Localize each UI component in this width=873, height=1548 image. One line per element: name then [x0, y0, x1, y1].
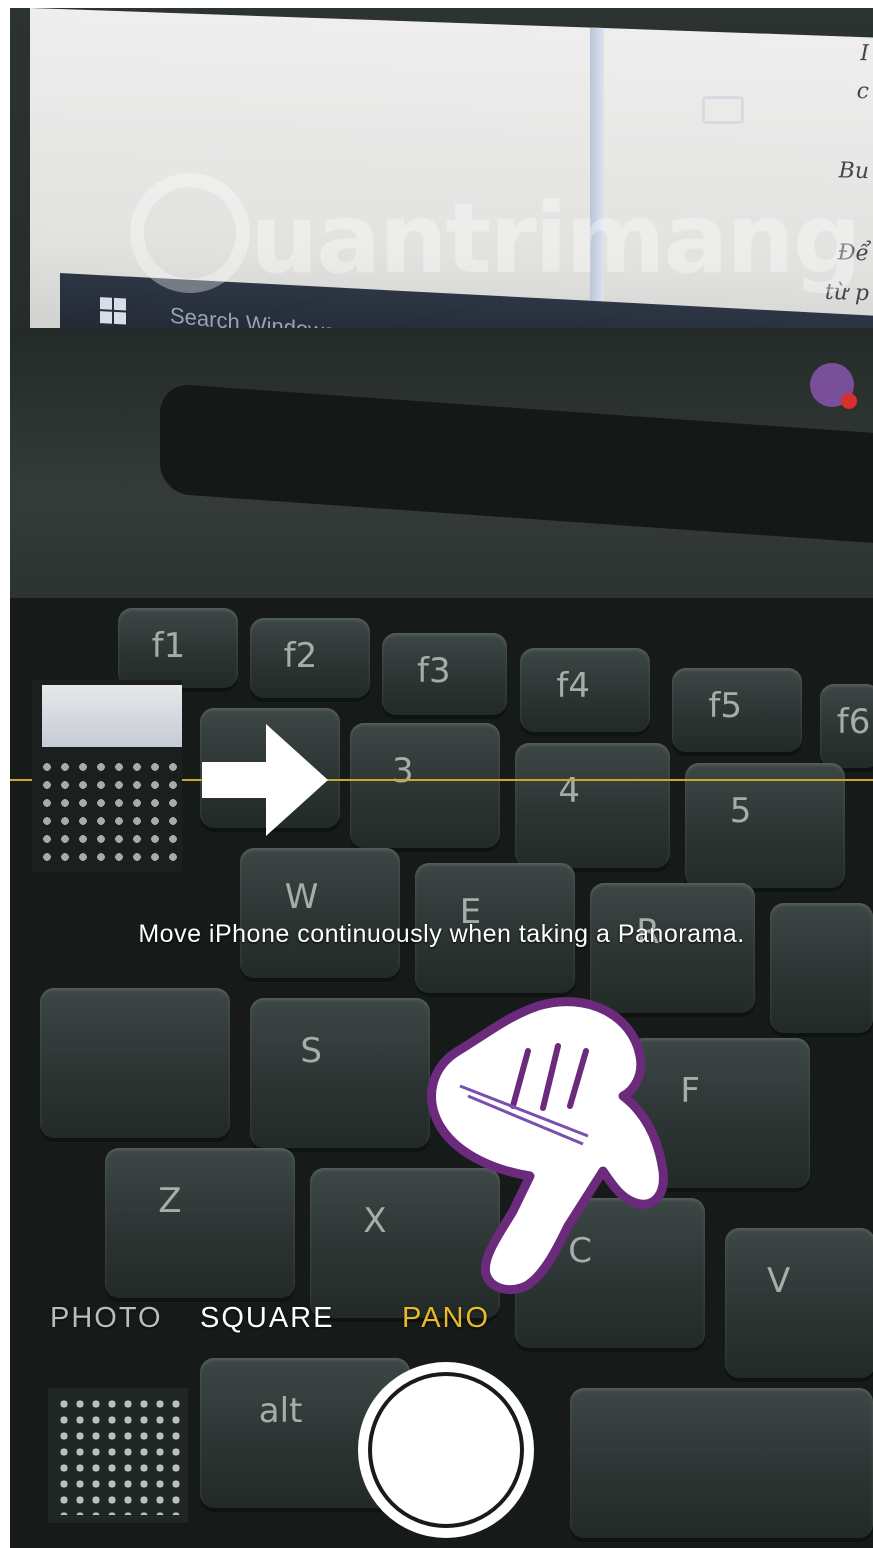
mode-pano[interactable]: PANO [402, 1302, 490, 1335]
pano-preview-strip [32, 680, 182, 872]
keyboard-key: Z [105, 1148, 295, 1298]
mode-photo[interactable]: PHOTO [50, 1302, 163, 1335]
task-view-icon [702, 96, 744, 124]
camera-viewfinder: I c Bu Để từ p Search Windows f1 f2 f3 f… [10, 8, 873, 1548]
keyboard-key: f6 [820, 684, 873, 768]
camera-mode-selector: PHOTO SQUARE PANO [10, 1302, 873, 1352]
keyboard-key [570, 1388, 873, 1538]
keyboard-key: W [240, 848, 400, 978]
keyboard-key: f1 [118, 608, 238, 688]
keyboard-key: 5 [685, 763, 845, 888]
keyboard-key: f2 [250, 618, 370, 698]
windows-logo-icon [100, 297, 126, 325]
thumbnail-image [56, 1396, 180, 1515]
keyboard-key: S [250, 998, 430, 1148]
preview-keyboard [38, 758, 178, 868]
keyboard-key: f5 [672, 668, 802, 752]
pano-instruction-text: Move iPhone continuously when taking a P… [138, 920, 745, 948]
keyboard-key: 4 [515, 743, 670, 868]
doc-fragment: c [856, 78, 869, 105]
keyboard-key: f3 [382, 633, 507, 715]
lightbulb-logo-icon [130, 173, 250, 293]
notification-badge [841, 393, 857, 409]
pano-direction-arrow-icon[interactable] [202, 724, 328, 836]
doc-fragment: Bu [838, 158, 869, 185]
doc-fragment: I [860, 40, 869, 67]
preview-screen [42, 685, 182, 747]
watermark-text: uantrimang [250, 183, 861, 295]
last-photo-thumbnail[interactable] [48, 1388, 188, 1523]
keyboard-key [40, 988, 230, 1138]
shutter-button[interactable] [358, 1362, 534, 1538]
mode-square[interactable]: SQUARE [200, 1302, 334, 1335]
document-text-fragments: I c Bu Để từ p [803, 35, 873, 306]
keyboard-key: 3 [350, 723, 500, 848]
viber-app-icon [810, 363, 857, 409]
shutter-icon [368, 1372, 524, 1528]
pointing-hand-icon [427, 997, 668, 1294]
quantrimang-watermark: uantrimang [130, 163, 861, 313]
keyboard-key: f4 [520, 648, 650, 732]
